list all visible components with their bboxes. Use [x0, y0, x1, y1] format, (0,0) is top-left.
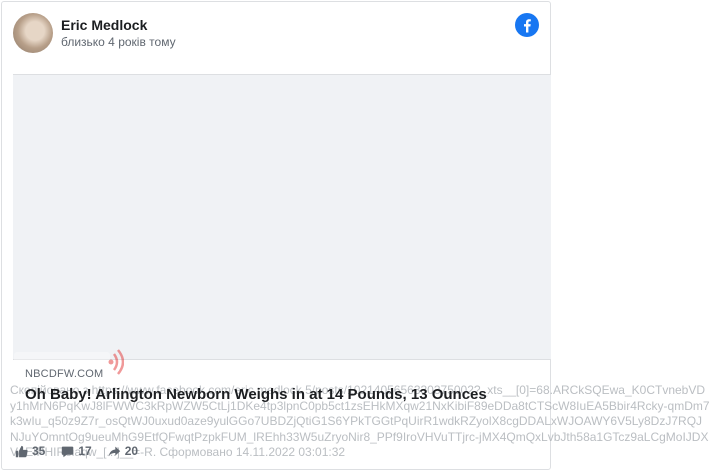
post-stats: 35 17 20 [15, 443, 154, 459]
share-icon [108, 446, 120, 456]
comments-count: 17 [78, 444, 92, 458]
link-domain: NBCDFW.COM [25, 368, 104, 380]
post-time[interactable]: близько 4 років тому [61, 35, 176, 49]
facebook-icon[interactable] [515, 13, 539, 37]
avatar[interactable] [13, 13, 53, 53]
comment-icon [62, 446, 74, 457]
likes-count: 35 [32, 444, 46, 458]
likes-stat[interactable]: 35 [15, 444, 45, 458]
author-name[interactable]: Eric Medlock [61, 17, 147, 33]
shares-stat[interactable]: 20 [108, 444, 138, 458]
link-title[interactable]: Oh Baby! Arlington Newborn Weighs in at … [25, 386, 487, 403]
thumbs-up-icon [15, 445, 28, 457]
shares-count: 20 [124, 444, 139, 458]
comments-stat[interactable]: 17 [61, 444, 92, 458]
link-preview-image[interactable] [13, 74, 551, 360]
